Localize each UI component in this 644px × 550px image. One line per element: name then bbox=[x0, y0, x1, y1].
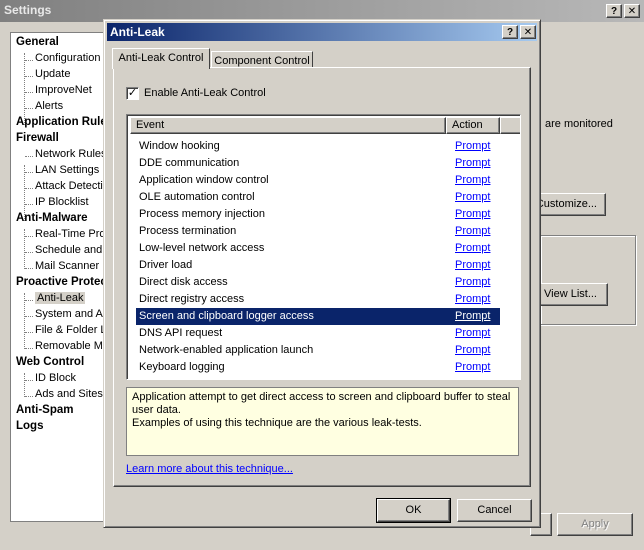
tree-item[interactable]: Ads and Sites bbox=[35, 388, 103, 400]
event-cell: Process memory injection bbox=[139, 208, 265, 220]
dialog-help-button[interactable]: ? bbox=[502, 25, 518, 39]
anti-leak-titlebar: Anti-Leak bbox=[107, 23, 537, 41]
tree-item[interactable]: Update bbox=[35, 68, 70, 80]
table-row[interactable]: Low-level network access Prompt bbox=[136, 240, 500, 257]
tab-anti-leak-control[interactable]: Anti-Leak Control bbox=[112, 48, 210, 69]
event-cell: Process termination bbox=[139, 225, 237, 237]
settings-tree: General Configuration Update ImproveNet Aler… bbox=[10, 32, 110, 522]
dialog-close-button[interactable]: ✕ bbox=[520, 25, 536, 39]
event-cell: Screen and clipboard logger access bbox=[139, 310, 314, 322]
event-cell: Low-level network access bbox=[139, 242, 265, 254]
event-cell: OLE automation control bbox=[139, 191, 255, 203]
event-cell: Application window control bbox=[139, 174, 269, 186]
event-cell: Direct registry access bbox=[139, 293, 245, 305]
action-link[interactable]: Prompt bbox=[455, 208, 490, 220]
tree-category[interactable]: Anti-Spam bbox=[16, 404, 74, 416]
tree-item[interactable]: Mail Scanner bbox=[35, 260, 99, 272]
apply-button[interactable]: Apply bbox=[557, 513, 633, 536]
tree-item[interactable]: Real-Time Protection bbox=[35, 228, 109, 240]
tree-item[interactable]: Alerts bbox=[35, 100, 63, 112]
enable-anti-leak-checkbox[interactable]: ✓ bbox=[126, 87, 139, 100]
settings-title: Settings bbox=[4, 3, 52, 17]
table-row[interactable]: Driver load Prompt bbox=[136, 257, 500, 274]
tree-item[interactable]: Configuration bbox=[35, 52, 100, 64]
tree-item[interactable]: Attack Detection bbox=[35, 180, 109, 192]
event-cell: Network-enabled application launch bbox=[139, 344, 314, 356]
column-header-action[interactable]: Action bbox=[446, 117, 500, 134]
action-link[interactable]: Prompt bbox=[455, 242, 490, 254]
tree-category[interactable]: Application Rules bbox=[16, 116, 109, 128]
tree-item[interactable]: LAN Settings bbox=[35, 164, 99, 176]
table-row[interactable]: Process memory injection Prompt bbox=[136, 206, 500, 223]
tree-item[interactable]: File & Folder Lock bbox=[35, 324, 109, 336]
table-row[interactable]: Direct disk access Prompt bbox=[136, 274, 500, 291]
table-row[interactable]: DDE communication Prompt bbox=[136, 155, 500, 172]
event-cell: Driver load bbox=[139, 259, 193, 271]
tree-item[interactable]: ID Block bbox=[35, 372, 76, 384]
table-row[interactable]: Network-enabled application launch Prompt bbox=[136, 342, 500, 359]
tree-category[interactable]: Web Control bbox=[16, 356, 84, 368]
tree-item[interactable]: IP Blocklist bbox=[35, 196, 89, 208]
monitored-text: are monitored bbox=[545, 118, 613, 130]
description-line-2: Examples of using this technique are the… bbox=[132, 417, 422, 429]
table-row[interactable]: Screen and clipboard logger access Prompt bbox=[136, 308, 500, 325]
tab-component-control[interactable]: Component Control bbox=[211, 51, 313, 68]
customize-button[interactable]: Customize... bbox=[530, 193, 606, 216]
tree-item[interactable]: Schedule and Scans bbox=[35, 244, 109, 256]
action-link[interactable]: Prompt bbox=[455, 225, 490, 237]
event-cell: DDE communication bbox=[139, 157, 240, 169]
table-row[interactable]: DNS API request Prompt bbox=[136, 325, 500, 342]
tree-item[interactable]: ImproveNet bbox=[35, 84, 92, 96]
action-link[interactable]: Prompt bbox=[455, 140, 490, 152]
column-header-filler bbox=[500, 117, 520, 134]
cancel-button[interactable]: Cancel bbox=[457, 499, 532, 522]
table-row[interactable]: OLE automation control Prompt bbox=[136, 189, 500, 206]
action-link[interactable]: Prompt bbox=[455, 191, 490, 203]
table-row[interactable]: Direct registry access Prompt bbox=[136, 291, 500, 308]
tree-category[interactable]: Firewall bbox=[16, 132, 59, 144]
settings-close-button[interactable]: ✕ bbox=[624, 4, 640, 18]
action-link[interactable]: Prompt bbox=[455, 174, 490, 186]
action-link[interactable]: Prompt bbox=[455, 327, 490, 339]
table-row[interactable]: Application window control Prompt bbox=[136, 172, 500, 189]
action-link[interactable]: Prompt bbox=[455, 276, 490, 288]
tab-label: Component Control bbox=[214, 55, 310, 67]
tree-category[interactable]: Anti-Malware bbox=[16, 212, 88, 224]
anti-leak-dialog: Anti-Leak ? ✕ Anti-Leak Control Componen… bbox=[103, 19, 541, 528]
ok-button[interactable]: OK bbox=[376, 498, 451, 523]
tree-item[interactable]: Removable Media bbox=[35, 340, 109, 352]
outer-groupbox bbox=[540, 235, 636, 325]
settings-help-button[interactable]: ? bbox=[606, 4, 622, 18]
action-link[interactable]: Prompt bbox=[455, 259, 490, 271]
table-row[interactable]: Keyboard logging Prompt bbox=[136, 359, 500, 376]
tree-item[interactable]: Anti-Leak bbox=[35, 292, 86, 304]
tree-item[interactable]: Network Rules bbox=[35, 148, 107, 160]
tree-category[interactable]: Proactive Protection bbox=[16, 276, 109, 288]
action-link[interactable]: Prompt bbox=[455, 157, 490, 169]
event-cell: Keyboard logging bbox=[139, 361, 225, 373]
description-line-1: Application attempt to get direct access… bbox=[132, 391, 511, 416]
tree-category[interactable]: General bbox=[16, 36, 59, 48]
action-link[interactable]: Prompt bbox=[455, 361, 490, 373]
learn-more-link[interactable]: Learn more about this technique... bbox=[126, 463, 293, 475]
tab-label: Anti-Leak Control bbox=[118, 52, 204, 64]
tree-category[interactable]: Logs bbox=[16, 420, 43, 432]
action-link[interactable]: Prompt bbox=[455, 293, 490, 305]
event-cell: Window hooking bbox=[139, 140, 220, 152]
table-row[interactable]: Window hooking Prompt bbox=[136, 138, 500, 155]
event-cell: DNS API request bbox=[139, 327, 223, 339]
table-row[interactable]: Process termination Prompt bbox=[136, 223, 500, 240]
checkmark-icon: ✓ bbox=[127, 87, 138, 99]
events-listview[interactable]: Event Action Window hooking Prompt DDE com… bbox=[126, 114, 521, 380]
event-cell: Direct disk access bbox=[139, 276, 228, 288]
anti-leak-title: Anti-Leak bbox=[110, 25, 165, 39]
tree-item[interactable]: System and Application bbox=[35, 308, 109, 320]
description-box: Application attempt to get direct access… bbox=[126, 387, 519, 456]
action-link[interactable]: Prompt bbox=[455, 344, 490, 356]
enable-anti-leak-label: Enable Anti-Leak Control bbox=[144, 87, 266, 99]
view-list-button[interactable]: View List... bbox=[530, 283, 608, 306]
column-header-event[interactable]: Event bbox=[130, 117, 446, 134]
action-link[interactable]: Prompt bbox=[455, 310, 490, 322]
